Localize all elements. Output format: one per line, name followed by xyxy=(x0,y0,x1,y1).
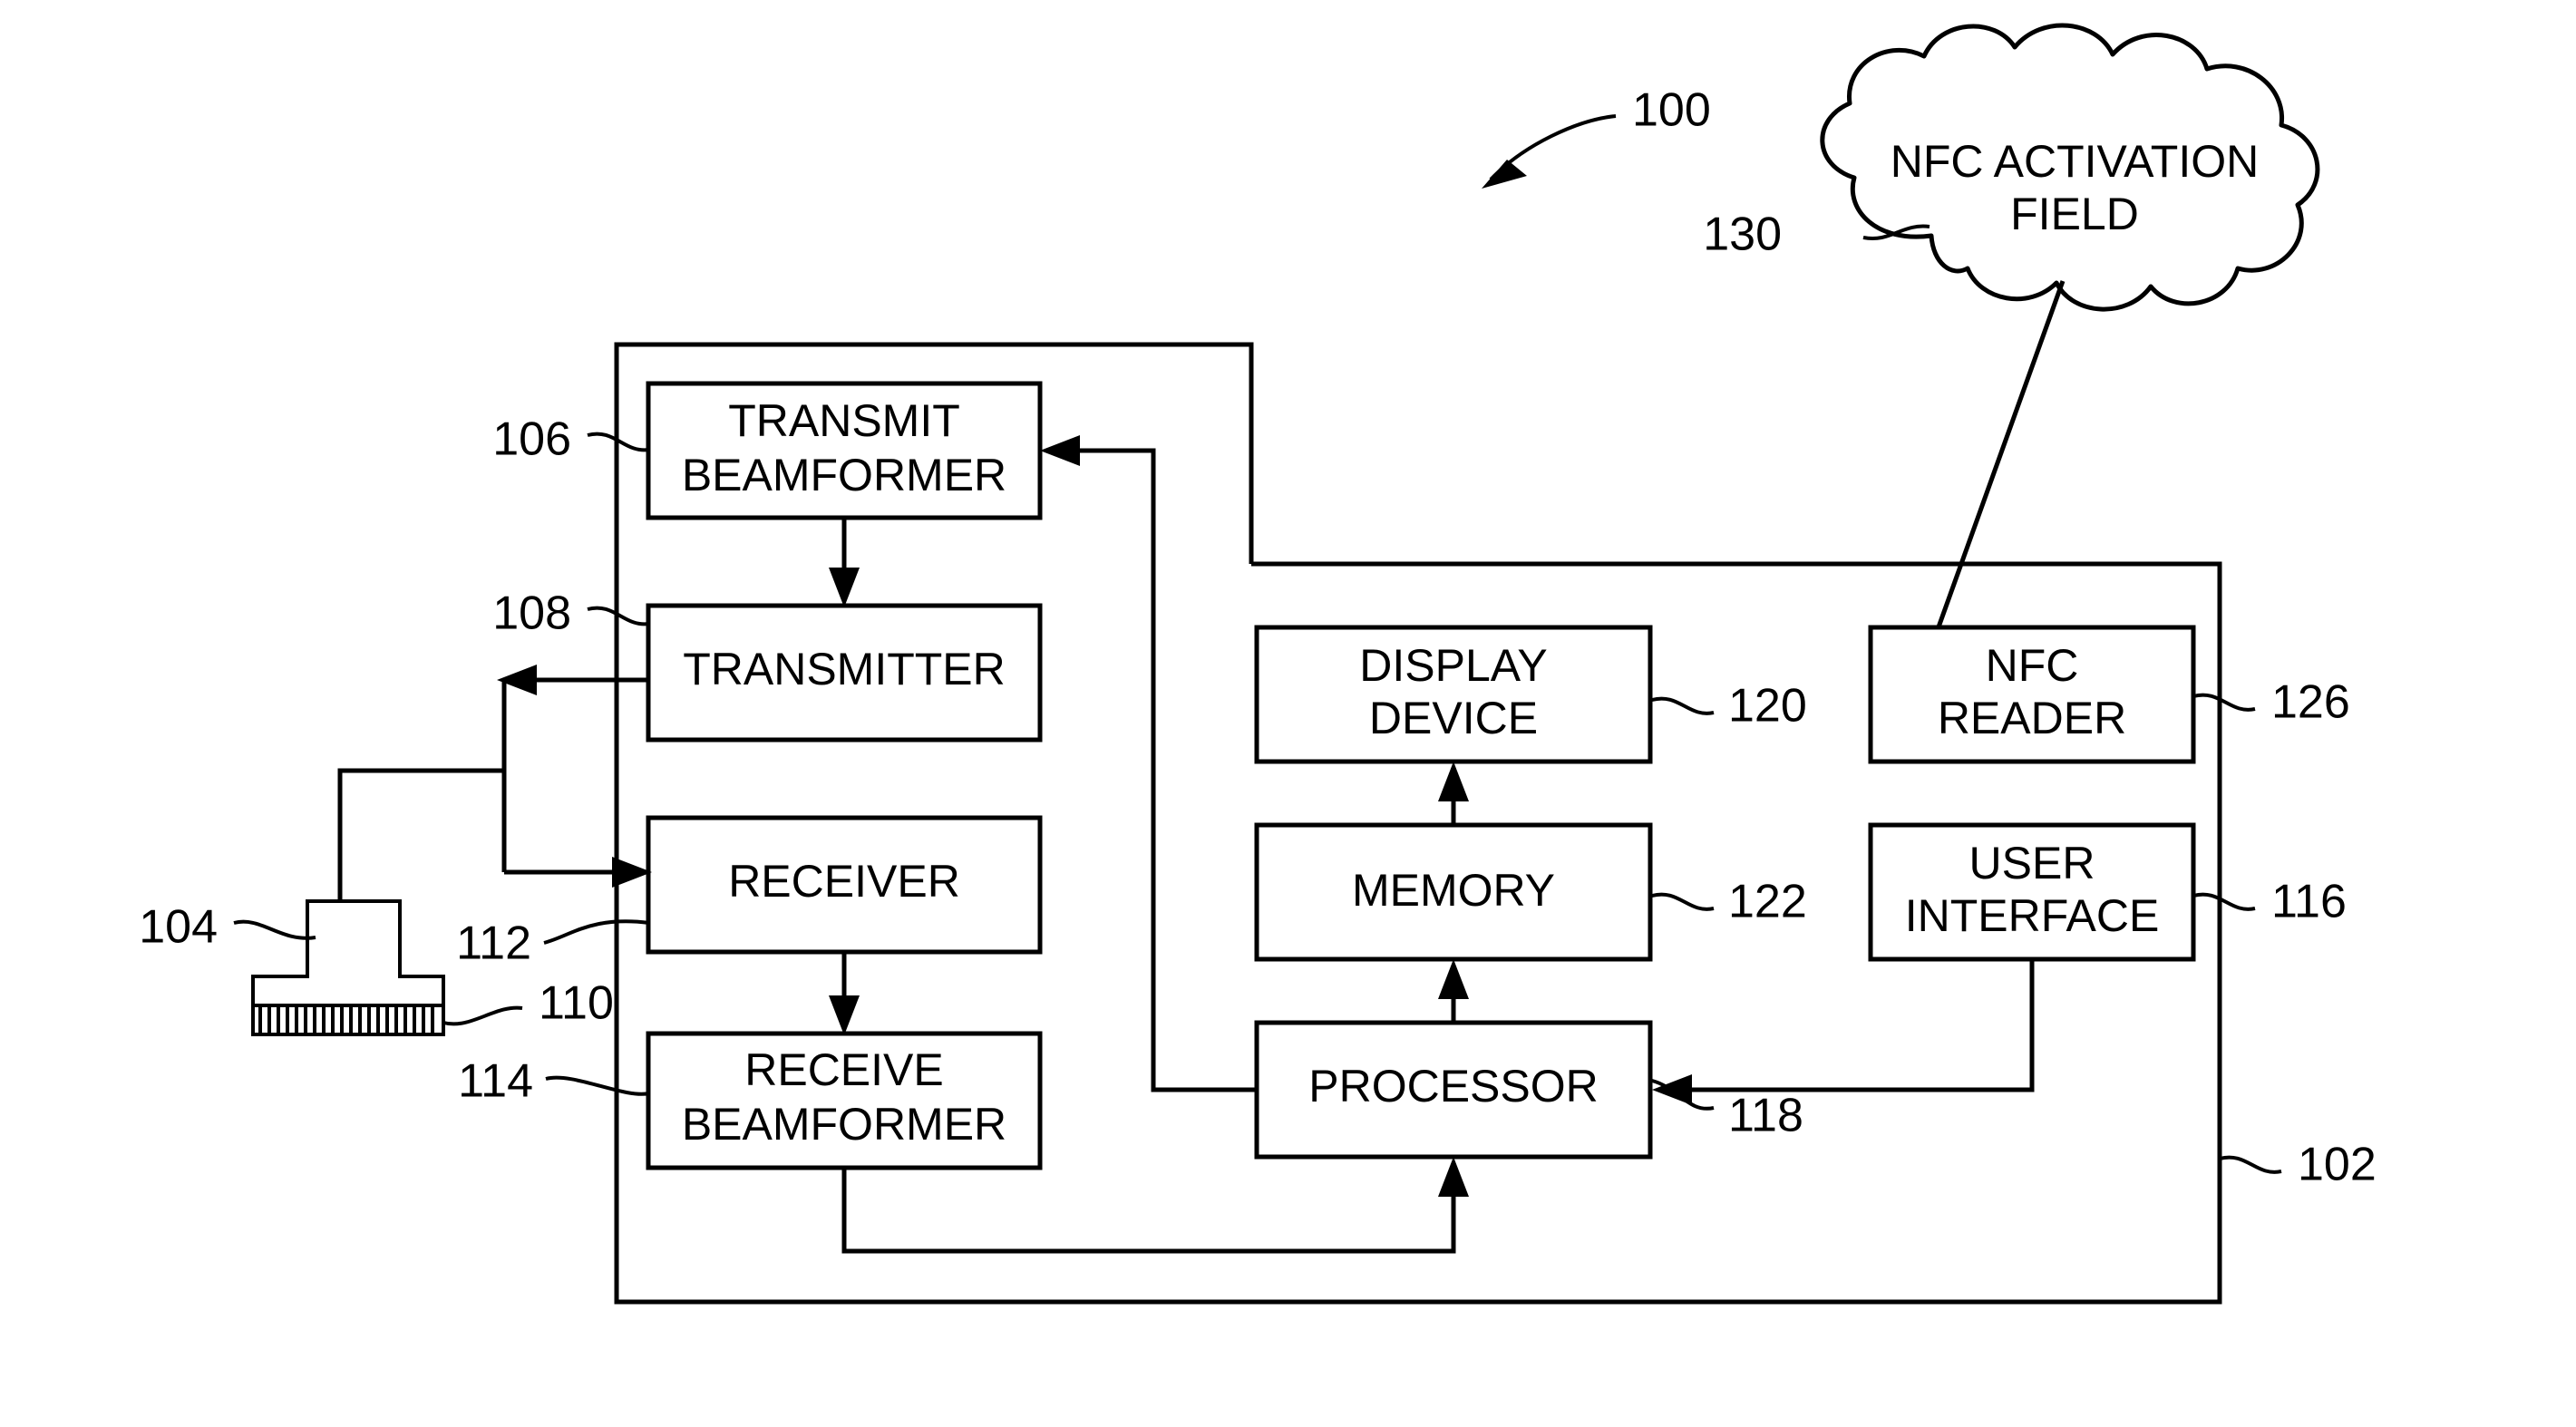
block-label-nfc-reader-line2: READER xyxy=(1938,693,2126,743)
block-label-display-device-line2: DEVICE xyxy=(1369,693,1538,743)
ref-number-112: 112 xyxy=(456,917,531,970)
block-diagram-canvas: NFC ACTIVATION FIELD 130 100 TRANSMIT BE… xyxy=(139,23,2377,1305)
ref-number-116: 116 xyxy=(2271,876,2347,928)
ref-leader-112 xyxy=(543,919,650,945)
ref-number-104: 104 xyxy=(139,901,218,954)
ref-number-102: 102 xyxy=(2298,1139,2377,1191)
wire-ui-to-processor xyxy=(1676,959,2035,1092)
ref-leader-104 xyxy=(233,919,316,940)
arrow-ui-to-processor-head xyxy=(1652,1074,1692,1105)
ref-number-100: 100 xyxy=(1632,84,1711,137)
ref-number-122: 122 xyxy=(1728,876,1807,928)
arrow-processor-to-memory-head xyxy=(1438,959,1469,999)
block-label-transmit-beamformer-line2: BEAMFORMER xyxy=(682,450,1006,500)
arrow-receiver-to-rxbf-head xyxy=(829,995,860,1035)
ref-leader-126 xyxy=(2192,693,2256,712)
block-label-display-device-line1: DISPLAY xyxy=(1359,640,1548,691)
arrow-receiver-in-head xyxy=(612,857,652,888)
ref-leader-116 xyxy=(2192,892,2256,911)
ref-number-108: 108 xyxy=(492,587,571,640)
block-label-user-interface-line1: USER xyxy=(1969,838,2095,888)
ref-number-106: 106 xyxy=(492,413,571,466)
cloud-to-nfc-reader-line xyxy=(1933,280,2066,636)
arrow-rxbf-to-processor-head xyxy=(1438,1157,1469,1197)
ref-number-118: 118 xyxy=(1728,1090,1803,1142)
block-label-processor: PROCESSOR xyxy=(1308,1061,1599,1112)
cloud-label-line2: FIELD xyxy=(2010,189,2139,239)
ref-number-114: 114 xyxy=(458,1055,533,1108)
ref-leader-120 xyxy=(1651,696,1715,715)
block-label-user-interface-line2: INTERFACE xyxy=(1905,890,2160,941)
block-label-receive-beamformer-line2: BEAMFORMER xyxy=(682,1099,1006,1150)
probe-body xyxy=(251,899,445,1007)
block-label-transmitter: TRANSMITTER xyxy=(683,644,1006,694)
wire-rxbf-to-processor xyxy=(841,1168,1456,1254)
arrow-processor-to-txbf-head xyxy=(1040,435,1080,466)
ref-leader-122 xyxy=(1651,892,1715,911)
ref-number-126: 126 xyxy=(2271,676,2350,729)
ref-number-120: 120 xyxy=(1728,680,1807,733)
wire-processor-to-txbf xyxy=(1064,448,1257,1092)
block-label-memory: MEMORY xyxy=(1352,865,1555,916)
ref-leader-110 xyxy=(442,1005,523,1026)
arrow-txbf-to-transmitter-head xyxy=(829,568,860,607)
block-label-receive-beamformer-line1: RECEIVE xyxy=(744,1044,944,1095)
cloud-label-line1: NFC ACTIVATION xyxy=(1891,136,2260,187)
patent-figure: NFC ACTIVATION FIELD 130 100 TRANSMIT BE… xyxy=(0,0,2576,1427)
arrow-memory-to-display-head xyxy=(1438,762,1469,801)
wire-probe-to-junction xyxy=(337,768,504,901)
ref-number-130: 130 xyxy=(1703,209,1782,261)
block-label-receiver: RECEIVER xyxy=(728,856,960,907)
ref-number-110: 110 xyxy=(539,977,614,1030)
block-label-nfc-reader-line1: NFC xyxy=(1986,640,2079,691)
ref-leader-114 xyxy=(545,1075,650,1096)
ref-leader-102 xyxy=(2219,1155,2282,1174)
ref-arrow-100-head xyxy=(1482,160,1527,189)
block-label-transmit-beamformer-line1: TRANSMIT xyxy=(728,395,960,446)
